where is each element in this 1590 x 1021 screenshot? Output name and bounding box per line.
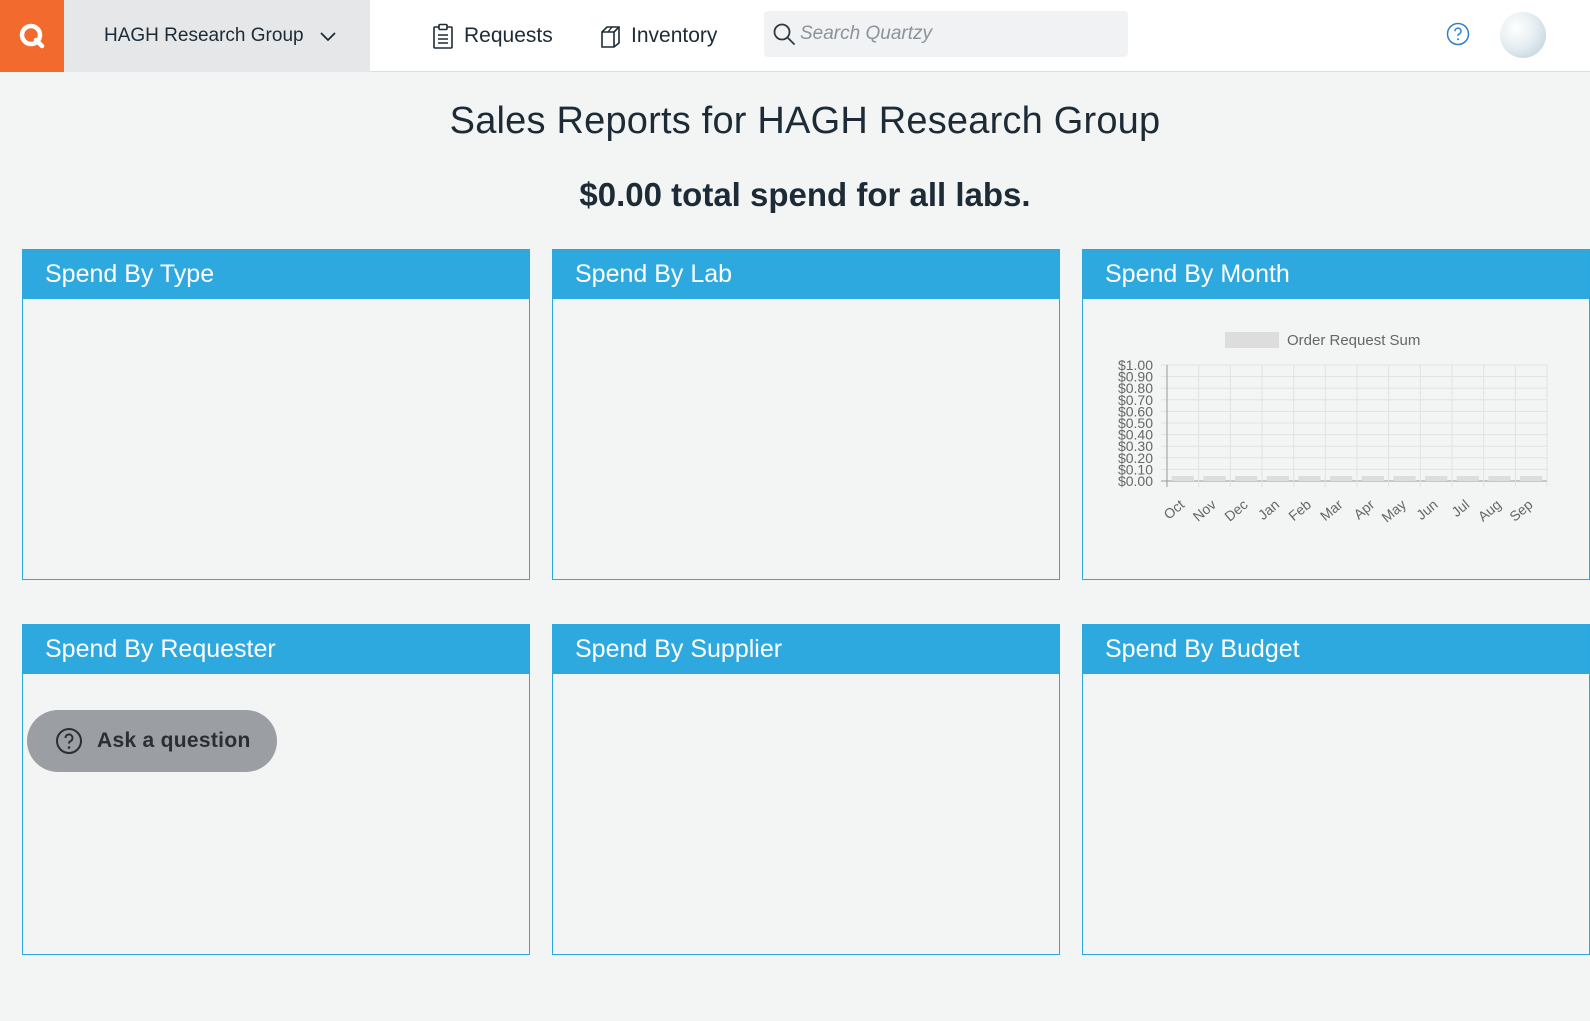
card-spend-by-type: Spend By Type — [22, 249, 530, 580]
x-tick-label: Feb — [1285, 496, 1314, 524]
bar — [1361, 476, 1384, 481]
x-tick-label: Oct — [1160, 496, 1187, 522]
card-spend-by-lab: Spend By Lab — [552, 249, 1060, 580]
help-icon[interactable] — [1446, 22, 1470, 46]
x-tick-label: Jul — [1448, 496, 1472, 520]
card-title: Spend By Month — [1083, 250, 1589, 299]
search-box — [764, 11, 1128, 57]
total-spend-text: total spend for all labs. — [662, 176, 1031, 213]
x-tick-label: Jan — [1255, 496, 1283, 523]
chevron-down-icon — [319, 32, 336, 42]
ask-question-label: Ask a question — [97, 729, 251, 752]
y-tick-label: $1.00 — [1118, 357, 1153, 373]
x-tick-label: Aug — [1475, 496, 1504, 524]
bar — [1235, 476, 1258, 481]
page-title: Sales Reports for HAGH Research Group — [449, 100, 1161, 142]
total-spend-amount: $0.00 — [579, 176, 663, 213]
bar — [1330, 476, 1353, 481]
bar — [1425, 476, 1448, 481]
question-icon — [56, 728, 82, 754]
legend-label: Order Request Sum — [1287, 332, 1420, 349]
card-spend-by-budget: Spend By Budget — [1082, 624, 1590, 955]
month-chart-svg: Order Request Sum$0.00$0.10$0.20$0.30$0.… — [1118, 332, 1548, 525]
search-input[interactable] — [800, 23, 1120, 45]
bar — [1298, 476, 1321, 481]
bar — [1171, 476, 1194, 481]
search-icon — [773, 23, 795, 45]
card-title: Spend By Lab — [553, 250, 1059, 299]
x-tick-label: Nov — [1190, 496, 1219, 524]
card-spend-by-month: Spend By Month Order Request Sum $0.00 $0.… — [1082, 249, 1590, 580]
bar — [1488, 476, 1511, 481]
quartzy-logo-icon — [19, 23, 45, 49]
nav-requests[interactable]: Requests — [432, 0, 553, 72]
top-navbar: HAGH Research Group Requests Inventory — [0, 0, 1590, 72]
x-tick-label: Jun — [1413, 496, 1441, 523]
month-chart: Order Request Sum $0.00 $0.10 $0.20 $0.30 $0.… — [1083, 299, 1589, 579]
clipboard-icon — [433, 23, 453, 49]
nav-inventory[interactable]: Inventory — [599, 0, 717, 72]
card-spend-by-requester: Spend By Requester — [22, 624, 530, 955]
x-tick-label: Apr — [1350, 496, 1377, 522]
bar — [1266, 476, 1289, 481]
bar — [1456, 476, 1479, 481]
x-tick-label: May — [1378, 496, 1409, 525]
org-switcher[interactable]: HAGH Research Group — [64, 0, 370, 72]
quartzy-logo[interactable] — [0, 0, 64, 72]
x-tick-label: Sep — [1506, 496, 1536, 524]
total-spend-summary: $0.00 total spend for all labs. — [0, 176, 1590, 214]
org-name: HAGH Research Group — [104, 25, 304, 46]
card-title: Spend By Type — [23, 250, 529, 299]
bar — [1393, 476, 1416, 481]
card-title: Spend By Supplier — [553, 625, 1059, 674]
nav-inventory-label: Inventory — [631, 24, 718, 47]
nav-requests-label: Requests — [464, 24, 553, 47]
box-icon — [601, 26, 620, 48]
x-tick-label: Dec — [1221, 496, 1250, 524]
card-title: Spend By Budget — [1083, 625, 1589, 674]
avatar[interactable] — [1500, 12, 1546, 58]
legend-swatch — [1225, 332, 1279, 348]
card-title: Spend By Requester — [23, 625, 529, 674]
card-spend-by-supplier: Spend By Supplier — [552, 624, 1060, 955]
bar — [1203, 476, 1226, 481]
ask-question-button[interactable]: Ask a question — [27, 710, 277, 772]
bar — [1520, 476, 1543, 481]
x-tick-label: Mar — [1317, 496, 1346, 524]
